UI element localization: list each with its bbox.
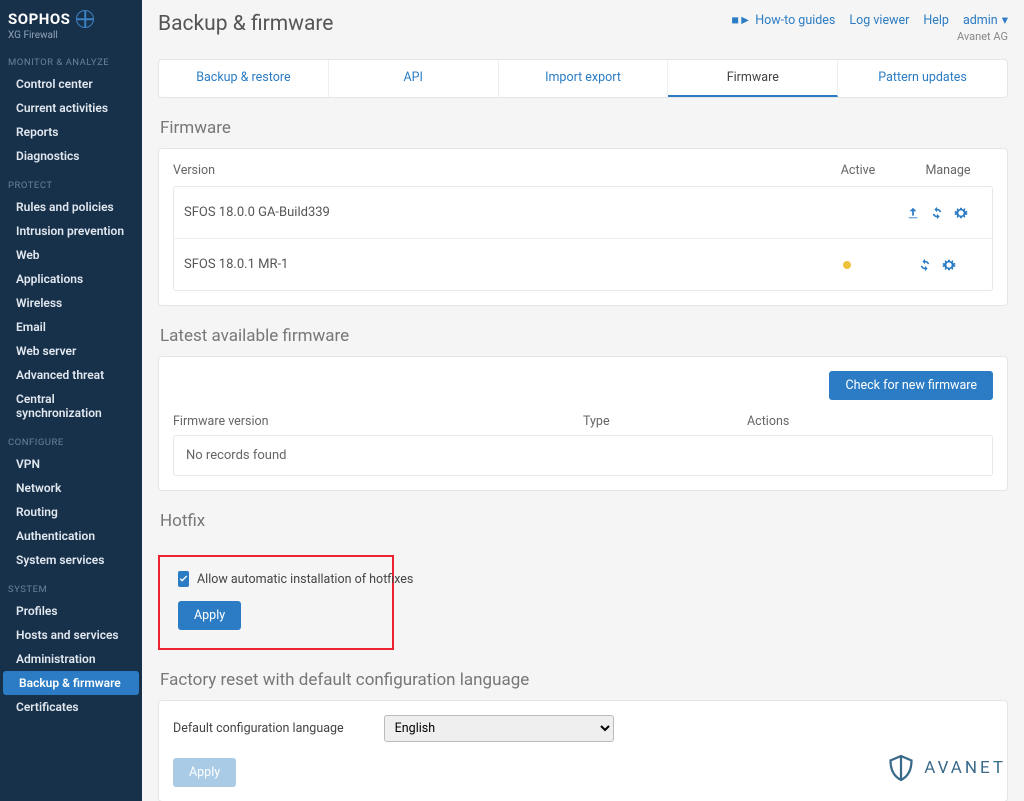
nav-item[interactable]: Web (0, 243, 142, 267)
page-title: Backup & firmware (158, 12, 333, 36)
latest-panel: Check for new firmware Firmware version … (158, 356, 1008, 491)
firmware-panel: Version Active Manage SFOS 18.0.0 GA-Bui… (158, 148, 1008, 306)
nav-item[interactable]: Applications (0, 267, 142, 291)
factory-panel: Default configuration language English A… (158, 700, 1008, 801)
tab[interactable]: Firmware (668, 60, 838, 97)
nav-item[interactable]: Hosts and services (0, 623, 142, 647)
fw-version: SFOS 18.0.0 GA-Build339 (184, 205, 802, 220)
fw-active (802, 261, 892, 269)
nav-item[interactable]: Diagnostics (0, 144, 142, 168)
hotfix-section-title: Hotfix (160, 511, 1008, 531)
nav-item[interactable]: Rules and policies (0, 195, 142, 219)
nav-item[interactable]: Central synchronization (0, 387, 142, 425)
nav-item[interactable]: Intrusion prevention (0, 219, 142, 243)
help-link[interactable]: Help (923, 13, 949, 28)
refresh-icon[interactable] (918, 258, 932, 272)
nav-item[interactable]: Routing (0, 500, 142, 524)
check-icon (178, 574, 189, 585)
factory-apply-button[interactable]: Apply (173, 758, 236, 787)
nav-item[interactable]: Backup & firmware (3, 671, 139, 695)
nav-item[interactable]: Control center (0, 72, 142, 96)
logviewer-link[interactable]: Log viewer (849, 13, 909, 28)
hotfix-label: Allow automatic installation of hotfixes (197, 572, 413, 587)
col-active: Active (813, 163, 903, 178)
nav-group-header: SYSTEM (0, 572, 142, 599)
hotfix-highlight: Allow automatic installation of hotfixes… (158, 555, 394, 650)
nav-item[interactable]: Advanced threat (0, 363, 142, 387)
video-icon: ■► (731, 13, 751, 28)
hotfix-apply-button[interactable]: Apply (178, 601, 241, 630)
firmware-row: SFOS 18.0.1 MR-1 (174, 238, 992, 290)
hotfix-checkbox[interactable] (178, 571, 189, 587)
nav-item[interactable]: Web server (0, 339, 142, 363)
latest-empty: No records found (173, 435, 993, 476)
logo-block: SOPHOS XG Firewall (0, 0, 142, 45)
nav-group-header: PROTECT (0, 168, 142, 195)
sidebar: SOPHOS XG Firewall MONITOR & ANALYZECont… (0, 0, 142, 801)
hotfix-panel: Allow automatic installation of hotfixes… (158, 541, 1008, 650)
col-fwversion: Firmware version (173, 414, 583, 429)
nav-item[interactable]: Current activities (0, 96, 142, 120)
tab[interactable]: Pattern updates (838, 60, 1007, 97)
main-content: Backup & firmware ■►How-to guides Log vi… (142, 0, 1024, 801)
nav-group-header: MONITOR & ANALYZE (0, 45, 142, 72)
tab[interactable]: Import export (499, 60, 669, 97)
factory-label: Default configuration language (173, 721, 344, 736)
nav-group-header: CONFIGURE (0, 425, 142, 452)
header-links: ■►How-to guides Log viewer Help admin ▾ (731, 12, 1008, 28)
fw-manage (892, 258, 982, 272)
factory-section-title: Factory reset with default configuration… (160, 670, 1008, 690)
nav-item[interactable]: Wireless (0, 291, 142, 315)
nav-item[interactable]: Network (0, 476, 142, 500)
fw-manage (892, 206, 982, 220)
tab[interactable]: Backup & restore (159, 60, 329, 97)
upload-icon[interactable] (906, 206, 920, 220)
nav-item[interactable]: Administration (0, 647, 142, 671)
nav-item[interactable]: System services (0, 548, 142, 572)
check-firmware-button[interactable]: Check for new firmware (829, 371, 993, 400)
brand-name: SOPHOS (8, 10, 70, 28)
nav-item[interactable]: Profiles (0, 599, 142, 623)
company-label: Avanet AG (731, 30, 1008, 43)
fw-version: SFOS 18.0.1 MR-1 (184, 257, 802, 272)
admin-menu[interactable]: admin ▾ (963, 12, 1008, 28)
firmware-section-title: Firmware (160, 118, 1008, 138)
avanet-shield-icon (886, 753, 916, 783)
avanet-watermark: AVANET (886, 753, 1006, 783)
tab[interactable]: API (329, 60, 499, 97)
col-type: Type (583, 414, 747, 429)
tabs: Backup & restoreAPIImport exportFirmware… (158, 59, 1008, 98)
nav-item[interactable]: Reports (0, 120, 142, 144)
caret-down-icon: ▾ (1002, 12, 1008, 28)
gear-icon[interactable] (942, 258, 956, 272)
active-dot-icon (843, 261, 851, 269)
nav-item[interactable]: VPN (0, 452, 142, 476)
latest-section-title: Latest available firmware (160, 326, 1008, 346)
nav-item[interactable]: Authentication (0, 524, 142, 548)
brand-sub: XG Firewall (8, 30, 134, 41)
language-select[interactable]: English (384, 715, 614, 742)
col-version: Version (173, 163, 813, 178)
nav-item[interactable]: Certificates (0, 695, 142, 719)
gear-icon[interactable] (954, 206, 968, 220)
refresh-icon[interactable] (930, 206, 944, 220)
col-actions: Actions (747, 414, 993, 429)
howto-link[interactable]: ■►How-to guides (731, 13, 835, 28)
col-manage: Manage (903, 163, 993, 178)
nav-item[interactable]: Email (0, 315, 142, 339)
firmware-row: SFOS 18.0.0 GA-Build339 (174, 187, 992, 238)
brand-icon (76, 10, 94, 28)
